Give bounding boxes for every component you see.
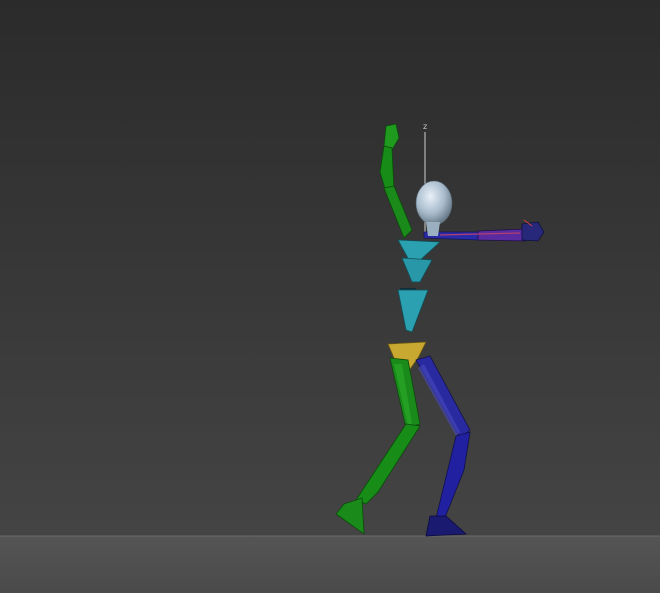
- right-forearm[interactable]: [477, 228, 527, 242]
- ground-plane: [0, 536, 660, 593]
- left-shin[interactable]: [355, 423, 421, 505]
- right-arm[interactable]: [423, 219, 545, 242]
- right-hand[interactable]: [521, 221, 545, 242]
- z-axis-label: z: [423, 122, 427, 131]
- scene-canvas[interactable]: z: [0, 0, 660, 593]
- left-arm[interactable]: [379, 123, 413, 239]
- mid-torso[interactable]: [401, 257, 433, 283]
- left-foot[interactable]: [335, 497, 365, 535]
- left-upper-arm[interactable]: [383, 185, 413, 239]
- neck[interactable]: [426, 222, 440, 236]
- spine[interactable]: [397, 239, 441, 333]
- lower-torso[interactable]: [397, 289, 429, 333]
- head[interactable]: [415, 180, 453, 236]
- left-forearm[interactable]: [379, 145, 395, 193]
- 3d-viewport[interactable]: z: [0, 0, 660, 593]
- right-leg[interactable]: [415, 355, 471, 537]
- left-leg[interactable]: [335, 357, 421, 535]
- right-foot[interactable]: [425, 515, 467, 537]
- head-sphere[interactable]: [415, 180, 453, 226]
- left-hand[interactable]: [383, 123, 400, 151]
- right-shin[interactable]: [435, 431, 471, 521]
